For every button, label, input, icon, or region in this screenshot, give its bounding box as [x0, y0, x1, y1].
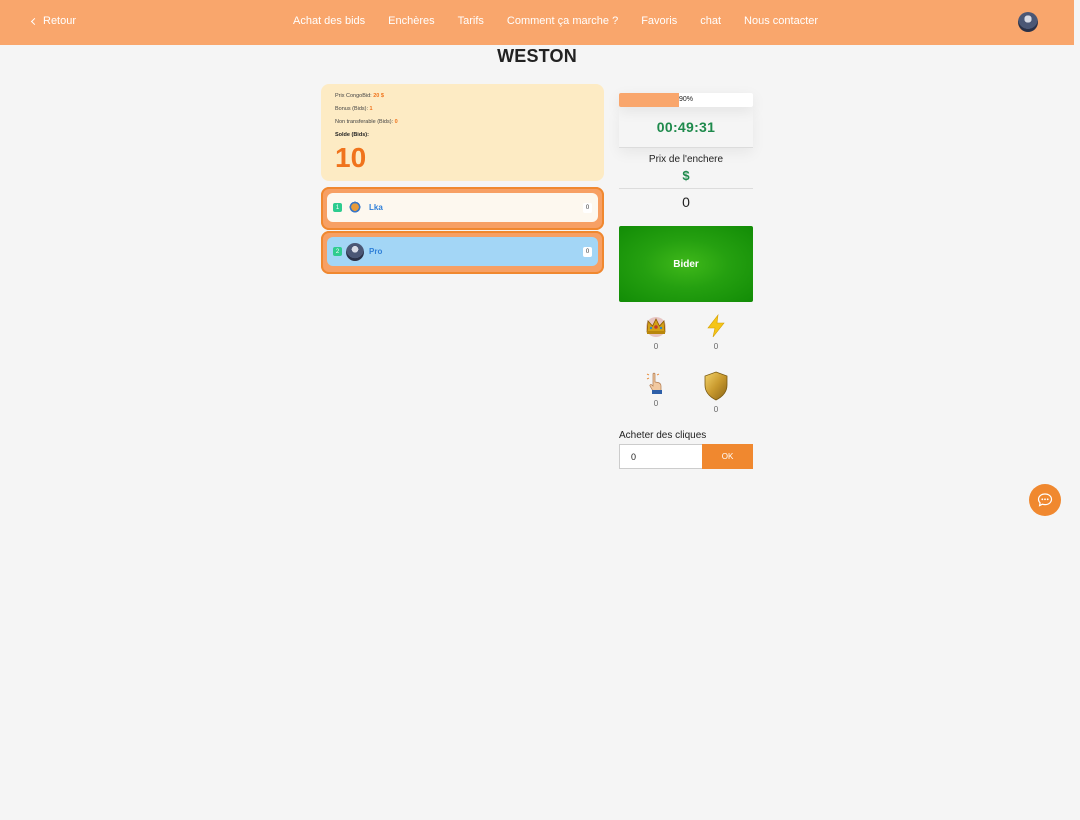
- boost-lightning[interactable]: 0: [686, 314, 746, 371]
- boost-crown[interactable]: 0: [626, 314, 686, 371]
- solde-label: Solde (Bids):: [335, 132, 369, 138]
- nontransferable-line: Non transferable (Bids): 0: [335, 116, 590, 129]
- bonus-value: 1: [369, 106, 373, 112]
- bidder-rank: 1: [333, 203, 342, 212]
- nontransferable-label: Non transferable (Bids):: [335, 119, 394, 125]
- pointer-hand-icon: [646, 372, 662, 394]
- lightning-icon: [707, 314, 725, 338]
- time-progress-bar: 90%: [619, 93, 753, 107]
- solde-value: 10: [335, 142, 367, 173]
- countdown-timer: 00:49:31: [656, 119, 716, 135]
- nontransferable-value: 0: [394, 119, 398, 125]
- ok-button[interactable]: OK: [702, 444, 753, 469]
- nav-tarifs[interactable]: Tarifs: [458, 15, 484, 27]
- bidder-name: Lka: [369, 203, 383, 212]
- nav-comment-ca-marche[interactable]: Comment ça marche ?: [507, 15, 618, 27]
- bidder-avatar: [346, 198, 364, 217]
- prix-line: Prix CongoBid: 20 $: [335, 90, 590, 103]
- boosts-grid: 0 0 0 0: [626, 314, 753, 428]
- nav-nous-contacter[interactable]: Nous contacter: [744, 15, 818, 27]
- chat-button[interactable]: [1029, 484, 1061, 516]
- nav-favoris[interactable]: Favoris: [641, 15, 677, 27]
- bidder-avatar: [346, 242, 364, 261]
- prix-value: 20 $: [373, 93, 384, 99]
- shield-icon: [704, 371, 728, 401]
- prix-label: Prix CongoBid:: [335, 93, 372, 99]
- nav-achat-bids[interactable]: Achat des bids: [293, 15, 365, 27]
- nav-chat[interactable]: chat: [700, 15, 721, 27]
- bidder-count: 0: [583, 246, 592, 257]
- page-title: WESTON: [497, 46, 577, 66]
- progress-percent: 90%: [679, 96, 694, 103]
- bidder-row: 2 Pro 0: [321, 231, 604, 274]
- bidder-row-inner: 1 Lka 0: [327, 193, 598, 222]
- boost-count: 0: [713, 342, 719, 351]
- timer-box: 00:49:31: [619, 107, 753, 147]
- chevron-left-icon: [30, 17, 39, 25]
- price-label: Prix de l'enchere: [648, 154, 724, 165]
- price-currency: $: [682, 168, 690, 183]
- nav-encheres[interactable]: Enchères: [388, 15, 434, 27]
- buy-clicks-form: OK: [619, 444, 753, 469]
- divider: [619, 188, 753, 189]
- main-nav: Achat des bids Enchères Tarifs Comment ç…: [293, 15, 841, 27]
- crown-icon: [646, 317, 666, 337]
- bid-button[interactable]: Bider: [619, 226, 753, 302]
- boost-count: 0: [653, 342, 659, 351]
- bidder-row: 1 Lka 0: [321, 187, 604, 230]
- account-info-card: Prix CongoBid: 20 $ Bonus (Bids): 1 Non …: [321, 84, 604, 181]
- user-avatar[interactable]: [1018, 12, 1038, 32]
- bonus-line: Bonus (Bids): 1: [335, 103, 590, 116]
- boost-pointer[interactable]: 0: [626, 371, 686, 428]
- bidder-count: 0: [583, 202, 592, 213]
- back-link[interactable]: Retour: [30, 15, 77, 27]
- bidder-name: Pro: [369, 247, 383, 256]
- bonus-label: Bonus (Bids):: [335, 106, 369, 112]
- boost-count: 0: [653, 399, 659, 408]
- progress-fill: [619, 93, 680, 107]
- buy-clicks-label: Acheter des cliques: [619, 430, 707, 441]
- boost-count: 0: [713, 405, 719, 414]
- price-value: 0: [682, 194, 690, 210]
- buy-clicks-input[interactable]: [619, 444, 702, 469]
- top-navbar: Retour Achat des bids Enchères Tarifs Co…: [0, 0, 1074, 45]
- bidder-row-inner: 2 Pro 0: [327, 237, 598, 266]
- back-label: Retour: [43, 15, 77, 27]
- bidder-rank: 2: [333, 247, 342, 256]
- auction-panel: 90% 00:49:31 Prix de l'enchere $ 0 Bider…: [619, 86, 753, 469]
- boost-shield[interactable]: 0: [686, 371, 746, 428]
- divider: [619, 147, 753, 148]
- chat-bubble-icon: [1037, 493, 1053, 507]
